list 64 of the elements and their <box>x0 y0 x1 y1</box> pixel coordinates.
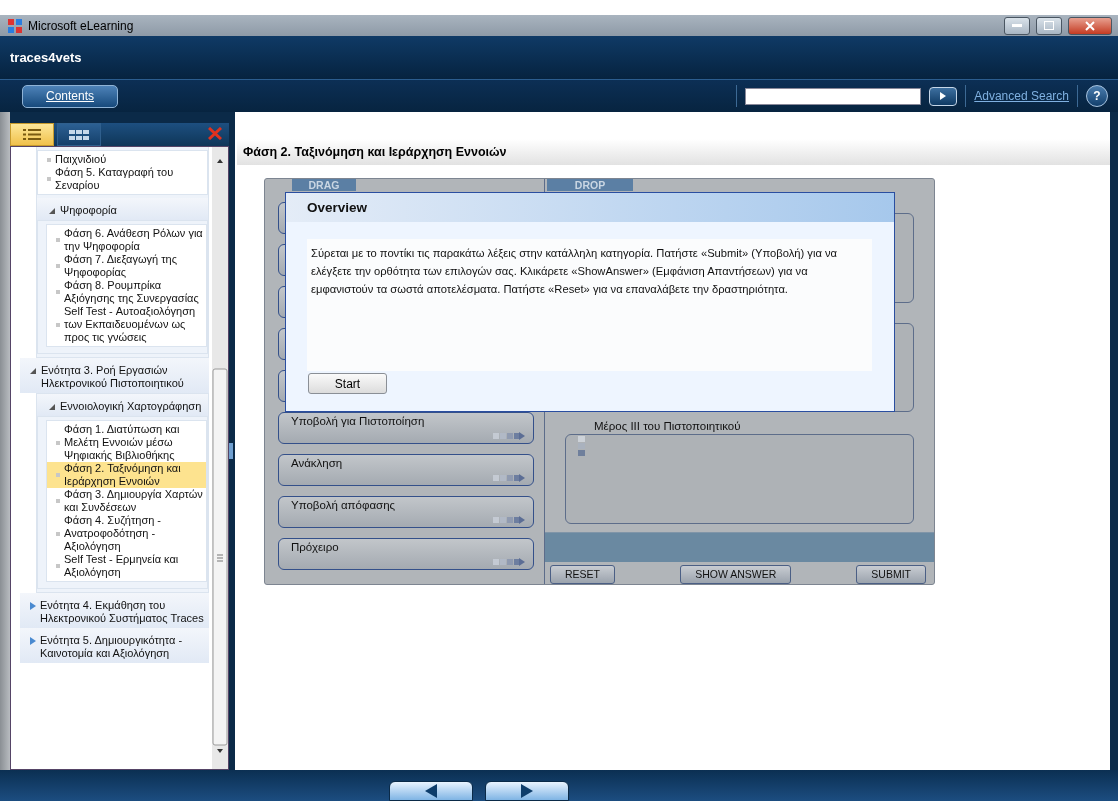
tree-leaf[interactable]: Φάση 3. Δημιουργία Χαρτών και Συνδέσεων <box>47 488 206 514</box>
drop-zone-label: Μέρος III του Πιστοποιητικού <box>594 420 742 433</box>
tree-leaf[interactable]: Φάση 1. Διατύπωση και Μελέτη Εννοιών μέσω Ψηφιακής Βιβλιοθήκης <box>47 423 206 462</box>
drag-handle-icon <box>493 474 525 482</box>
drag-item[interactable]: Υποβολή απόφασης <box>278 496 534 528</box>
maximize-icon <box>1044 21 1054 30</box>
activity-button[interactable]: SHOW ANSWER <box>680 565 792 584</box>
close-icon <box>1085 20 1095 31</box>
contents-button[interactable]: Contents <box>22 84 118 108</box>
grid-view-tab[interactable] <box>57 123 101 146</box>
play-arrow-icon <box>940 92 947 100</box>
help-button[interactable]: ? <box>1086 85 1108 107</box>
minimize-icon <box>1012 23 1022 28</box>
tree-leaf[interactable]: Παιχνιδιού <box>38 153 207 166</box>
drag-handle-icon <box>493 558 525 566</box>
app-logo-icon <box>8 18 22 33</box>
expanded-triangle-icon[interactable] <box>30 368 37 375</box>
list-view-tab[interactable] <box>10 123 54 146</box>
tree-leaf[interactable]: Φάση 5. Καταγραφή του Σεναρίου <box>38 166 207 192</box>
collapsed-triangle-icon[interactable] <box>30 637 36 645</box>
expanded-triangle-icon[interactable] <box>49 208 56 215</box>
tree-leaf[interactable]: Φάση 6. Ανάθεση Ρόλων για την Ψηφοφορία <box>47 227 206 253</box>
collapsed-triangle-icon[interactable] <box>30 602 36 610</box>
maximize-button[interactable] <box>1036 16 1062 35</box>
drag-item[interactable]: Πρόχειρο <box>278 538 534 570</box>
tree-section-header[interactable]: Εννοιολογική Χαρτογράφηση <box>37 394 208 416</box>
drop-target-icon <box>578 436 586 457</box>
tree-leaf[interactable]: Φάση 8. Ρουμπρίκα Αξιόγησης της Συνεργασίας <box>47 279 206 305</box>
grid-icon <box>69 129 89 140</box>
drag-header: DRAG <box>292 179 356 191</box>
tree-section-header[interactable]: Ενότητα 3. Ροή Εργασιών Ηλεκτρονικού Πιστοποιητικού <box>20 358 209 393</box>
drag-item[interactable]: Υποβολή για Πιστοποίηση <box>278 412 534 444</box>
drag-item[interactable]: Ανάκληση <box>278 454 534 486</box>
tree-leaf[interactable]: Φάση 7. Διεξαγωγή της Ψηφοφορίας <box>47 253 206 279</box>
drag-handle-icon <box>493 516 525 524</box>
tree-leaf[interactable]: Self Test - Ερμηνεία και Αξιολόγηση <box>47 553 206 579</box>
app-title: traces4vets <box>10 50 82 65</box>
activity-button[interactable]: SUBMIT <box>856 565 926 584</box>
search-go-button[interactable] <box>929 86 958 106</box>
tree-leaf[interactable]: Self Test - Αυτοαξιολόγηση των Εκπαιδευομένων ως προς τις γνώσεις <box>47 305 206 344</box>
list-icon <box>23 129 41 140</box>
tree-leaf[interactable]: Φάση 2. Ταξινόμηση και Ιεράρχηση Εννοιών <box>47 462 206 488</box>
window-title: Microsoft eLearning <box>28 18 135 33</box>
page-title: Φάση 2. Ταξινόμηση και Ιεράρχηση Εννοιών <box>237 139 1110 165</box>
tree-section-header[interactable]: Ενότητα 5. Δημιουργικότητα - Καινοτομία και Αξιολόγηση <box>20 628 209 663</box>
expanded-triangle-icon[interactable] <box>49 404 56 411</box>
splitter-grip-icon[interactable] <box>229 443 233 459</box>
drag-handle-icon <box>493 432 525 440</box>
advanced-search-link[interactable]: Advanced Search <box>974 89 1069 103</box>
search-field[interactable] <box>745 87 922 105</box>
previous-button[interactable] <box>389 781 473 801</box>
next-button[interactable] <box>485 781 569 801</box>
minimize-button[interactable] <box>1004 16 1030 35</box>
instructions-text: Σύρεται με το ποντίκι τις παρακάτω λέξεις στην κατάλληλη κατηγορία. Πατήστε «Submit» (Υποβολή) για να ελέγξετε την ορθότητα των επιλογών σας. Κλικάρετε «ShowAnswer» (Εμφάνιση Απαντήσεων) για να εμφανιστούν τα σωστά αποτελέσματα. Πατήστε «Reset» για να επαναλάβετε την δραστηριότητα. <box>307 239 872 371</box>
dialog-title: Overview <box>286 193 894 222</box>
close-button[interactable] <box>1068 16 1112 35</box>
left-arrow-icon <box>425 784 437 798</box>
activity-button[interactable]: RESET <box>550 565 615 584</box>
right-arrow-icon <box>521 784 533 798</box>
tree-section-header[interactable]: Ψηφοφορία <box>37 198 208 220</box>
tree-leaf[interactable]: Φάση 4. Συζήτηση - Ανατροφοδότηση - Αξιολόγηση <box>47 514 206 553</box>
drop-header: DROP <box>547 179 633 191</box>
start-button[interactable]: Start <box>308 373 387 394</box>
tree-section-header[interactable]: Ενότητα 4. Εκμάθηση του Ηλεκτρονικού Συστήματος Traces <box>20 593 209 628</box>
